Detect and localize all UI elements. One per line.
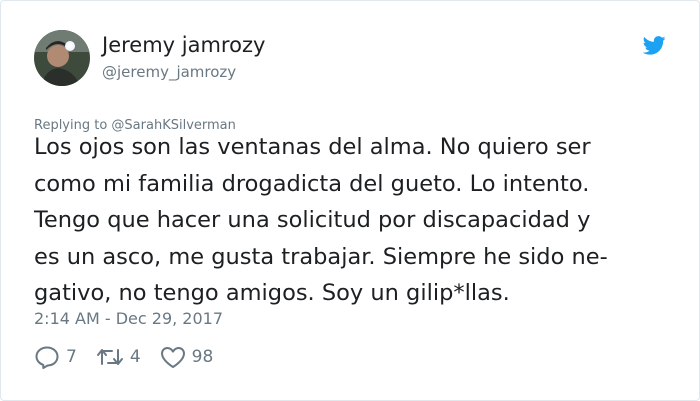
reply-count: 7: [66, 347, 77, 367]
like-count: 98: [191, 347, 214, 367]
heart-icon: [160, 346, 185, 368]
tweet-text: Los ojos son las ventanas del alma. No q…: [34, 129, 674, 312]
like-button[interactable]: 98: [160, 346, 214, 369]
reply-icon: [35, 346, 59, 369]
retweet-button[interactable]: 4: [96, 346, 141, 368]
tweet-text-line: como mi familia drogadicta del gueto. Lo…: [34, 170, 590, 197]
author-handle[interactable]: @jeremy_jamrozy: [102, 63, 236, 81]
avatar[interactable]: [34, 30, 90, 86]
retweet-count: 4: [129, 347, 141, 367]
author-name[interactable]: Jeremy jamrozy: [102, 33, 265, 57]
retweet-icon: [96, 349, 123, 365]
tweet-card: Jeremy jamrozy @jeremy_jamrozy Replying …: [0, 0, 700, 401]
twitter-bird-icon[interactable]: [642, 36, 666, 55]
reply-button[interactable]: 7: [34, 345, 77, 369]
tweet-actions: 7 4 98: [34, 345, 232, 369]
tweet-timestamp[interactable]: 2:14 AM - Dec 29, 2017: [34, 309, 223, 328]
tweet-text-line: Tengo que hacer una solicitud por discap…: [34, 207, 591, 233]
tweet-text-line: gativo, no tengo amigos. Soy un gilip*ll…: [34, 280, 510, 306]
tweet-text-line: Los ojos son las ventanas del alma. No q…: [34, 134, 591, 160]
tweet-text-line: es un asco, me gusta trabajar. Siempre h…: [34, 243, 608, 270]
